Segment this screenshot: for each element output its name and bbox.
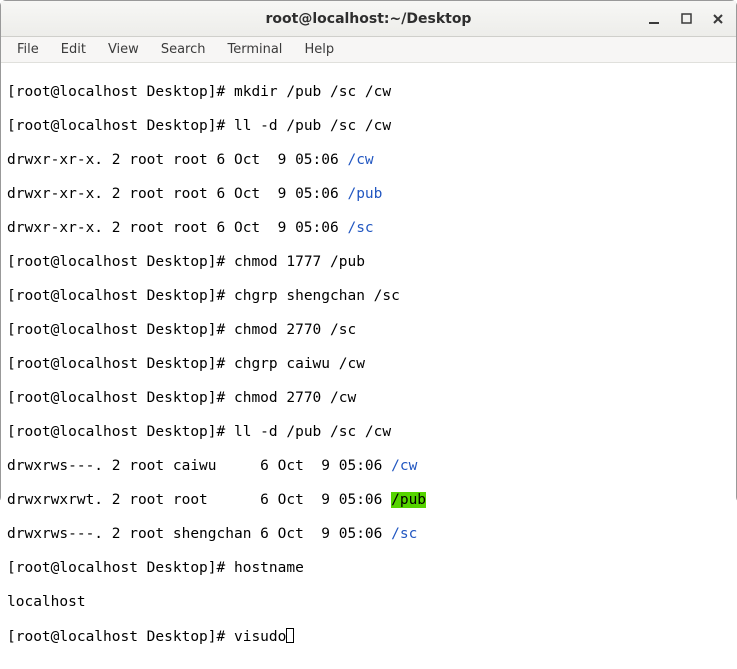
close-icon	[712, 13, 724, 25]
cursor	[286, 628, 294, 643]
ls-output: drwxr-xr-x. 2 root root 6 Oct 9 05:06	[7, 186, 347, 202]
command-text: ll -d /pub /sc /cw	[234, 424, 391, 440]
minimize-button[interactable]	[646, 11, 662, 27]
term-line: drwxrwxrwt. 2 root root 6 Oct 9 05:06 /p…	[7, 492, 730, 509]
close-button[interactable]	[710, 11, 726, 27]
term-line: drwxrws---. 2 root shengchan 6 Oct 9 05:…	[7, 526, 730, 543]
command-text: chmod 1777 /pub	[234, 254, 365, 270]
menu-view[interactable]: View	[98, 40, 149, 59]
window-controls	[646, 11, 736, 27]
command-text: hostname	[234, 560, 304, 576]
term-line: drwxr-xr-x. 2 root root 6 Oct 9 05:06 /p…	[7, 186, 730, 203]
term-line: [root@localhost Desktop]# hostname	[7, 560, 730, 577]
menu-search[interactable]: Search	[151, 40, 216, 59]
term-line: localhost	[7, 594, 730, 611]
menu-edit[interactable]: Edit	[51, 40, 96, 59]
term-line: [root@localhost Desktop]# chmod 1777 /pu…	[7, 254, 730, 271]
command-text: chmod 2770 /cw	[234, 390, 356, 406]
dir-path-highlight: /pub	[391, 492, 426, 508]
ls-output: drwxr-xr-x. 2 root root 6 Oct 9 05:06	[7, 220, 347, 236]
term-line: drwxr-xr-x. 2 root root 6 Oct 9 05:06 /s…	[7, 220, 730, 237]
ls-output: drwxrws---. 2 root caiwu 6 Oct 9 05:06	[7, 458, 391, 474]
maximize-icon	[681, 13, 692, 24]
term-line: [root@localhost Desktop]# visudo	[7, 628, 730, 646]
command-text: chgrp caiwu /cw	[234, 356, 365, 372]
output-text: localhost	[7, 594, 86, 610]
window-title: root@localhost:~/Desktop	[1, 11, 736, 27]
prompt: [root@localhost Desktop]#	[7, 629, 234, 645]
term-line: [root@localhost Desktop]# chmod 2770 /cw	[7, 390, 730, 407]
dir-path: /sc	[391, 526, 417, 542]
command-text: visudo	[234, 629, 286, 645]
prompt: [root@localhost Desktop]#	[7, 254, 234, 270]
prompt: [root@localhost Desktop]#	[7, 424, 234, 440]
maximize-button[interactable]	[678, 11, 694, 27]
term-line: [root@localhost Desktop]# mkdir /pub /sc…	[7, 84, 730, 101]
ls-output: drwxrws---. 2 root shengchan 6 Oct 9 05:…	[7, 526, 391, 542]
dir-path: /cw	[391, 458, 417, 474]
command-text: ll -d /pub /sc /cw	[234, 118, 391, 134]
term-line: [root@localhost Desktop]# ll -d /pub /sc…	[7, 424, 730, 441]
term-line: [root@localhost Desktop]# chmod 2770 /sc	[7, 322, 730, 339]
dir-path: /cw	[347, 152, 373, 168]
command-text: chmod 2770 /sc	[234, 322, 356, 338]
term-line: [root@localhost Desktop]# ll -d /pub /sc…	[7, 118, 730, 135]
menu-terminal[interactable]: Terminal	[217, 40, 292, 59]
prompt: [root@localhost Desktop]#	[7, 84, 234, 100]
terminal-area[interactable]: [root@localhost Desktop]# mkdir /pub /sc…	[1, 63, 736, 669]
prompt: [root@localhost Desktop]#	[7, 322, 234, 338]
menubar: File Edit View Search Terminal Help	[1, 37, 736, 63]
prompt: [root@localhost Desktop]#	[7, 390, 234, 406]
term-line: drwxr-xr-x. 2 root root 6 Oct 9 05:06 /c…	[7, 152, 730, 169]
term-line: [root@localhost Desktop]# chgrp caiwu /c…	[7, 356, 730, 373]
prompt: [root@localhost Desktop]#	[7, 560, 234, 576]
titlebar: root@localhost:~/Desktop	[1, 1, 736, 37]
command-text: chgrp shengchan /sc	[234, 288, 400, 304]
dir-path: /sc	[347, 220, 373, 236]
minimize-icon	[648, 13, 660, 25]
prompt: [root@localhost Desktop]#	[7, 288, 234, 304]
prompt: [root@localhost Desktop]#	[7, 356, 234, 372]
ls-output: drwxrwxrwt. 2 root root 6 Oct 9 05:06	[7, 492, 391, 508]
dir-path: /pub	[347, 186, 382, 202]
prompt: [root@localhost Desktop]#	[7, 118, 234, 134]
ls-output: drwxr-xr-x. 2 root root 6 Oct 9 05:06	[7, 152, 347, 168]
menu-help[interactable]: Help	[294, 40, 344, 59]
term-line: [root@localhost Desktop]# chgrp shengcha…	[7, 288, 730, 305]
term-line: drwxrws---. 2 root caiwu 6 Oct 9 05:06 /…	[7, 458, 730, 475]
command-text: mkdir /pub /sc /cw	[234, 84, 391, 100]
menu-file[interactable]: File	[7, 40, 49, 59]
